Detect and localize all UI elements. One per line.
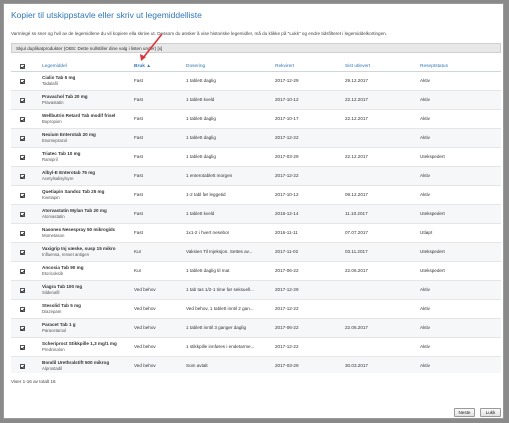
copy-medication-dialog: Kopier til utskippstavle eller skriv ut … (3, 3, 504, 419)
annotation-arrow-icon (140, 33, 163, 61)
